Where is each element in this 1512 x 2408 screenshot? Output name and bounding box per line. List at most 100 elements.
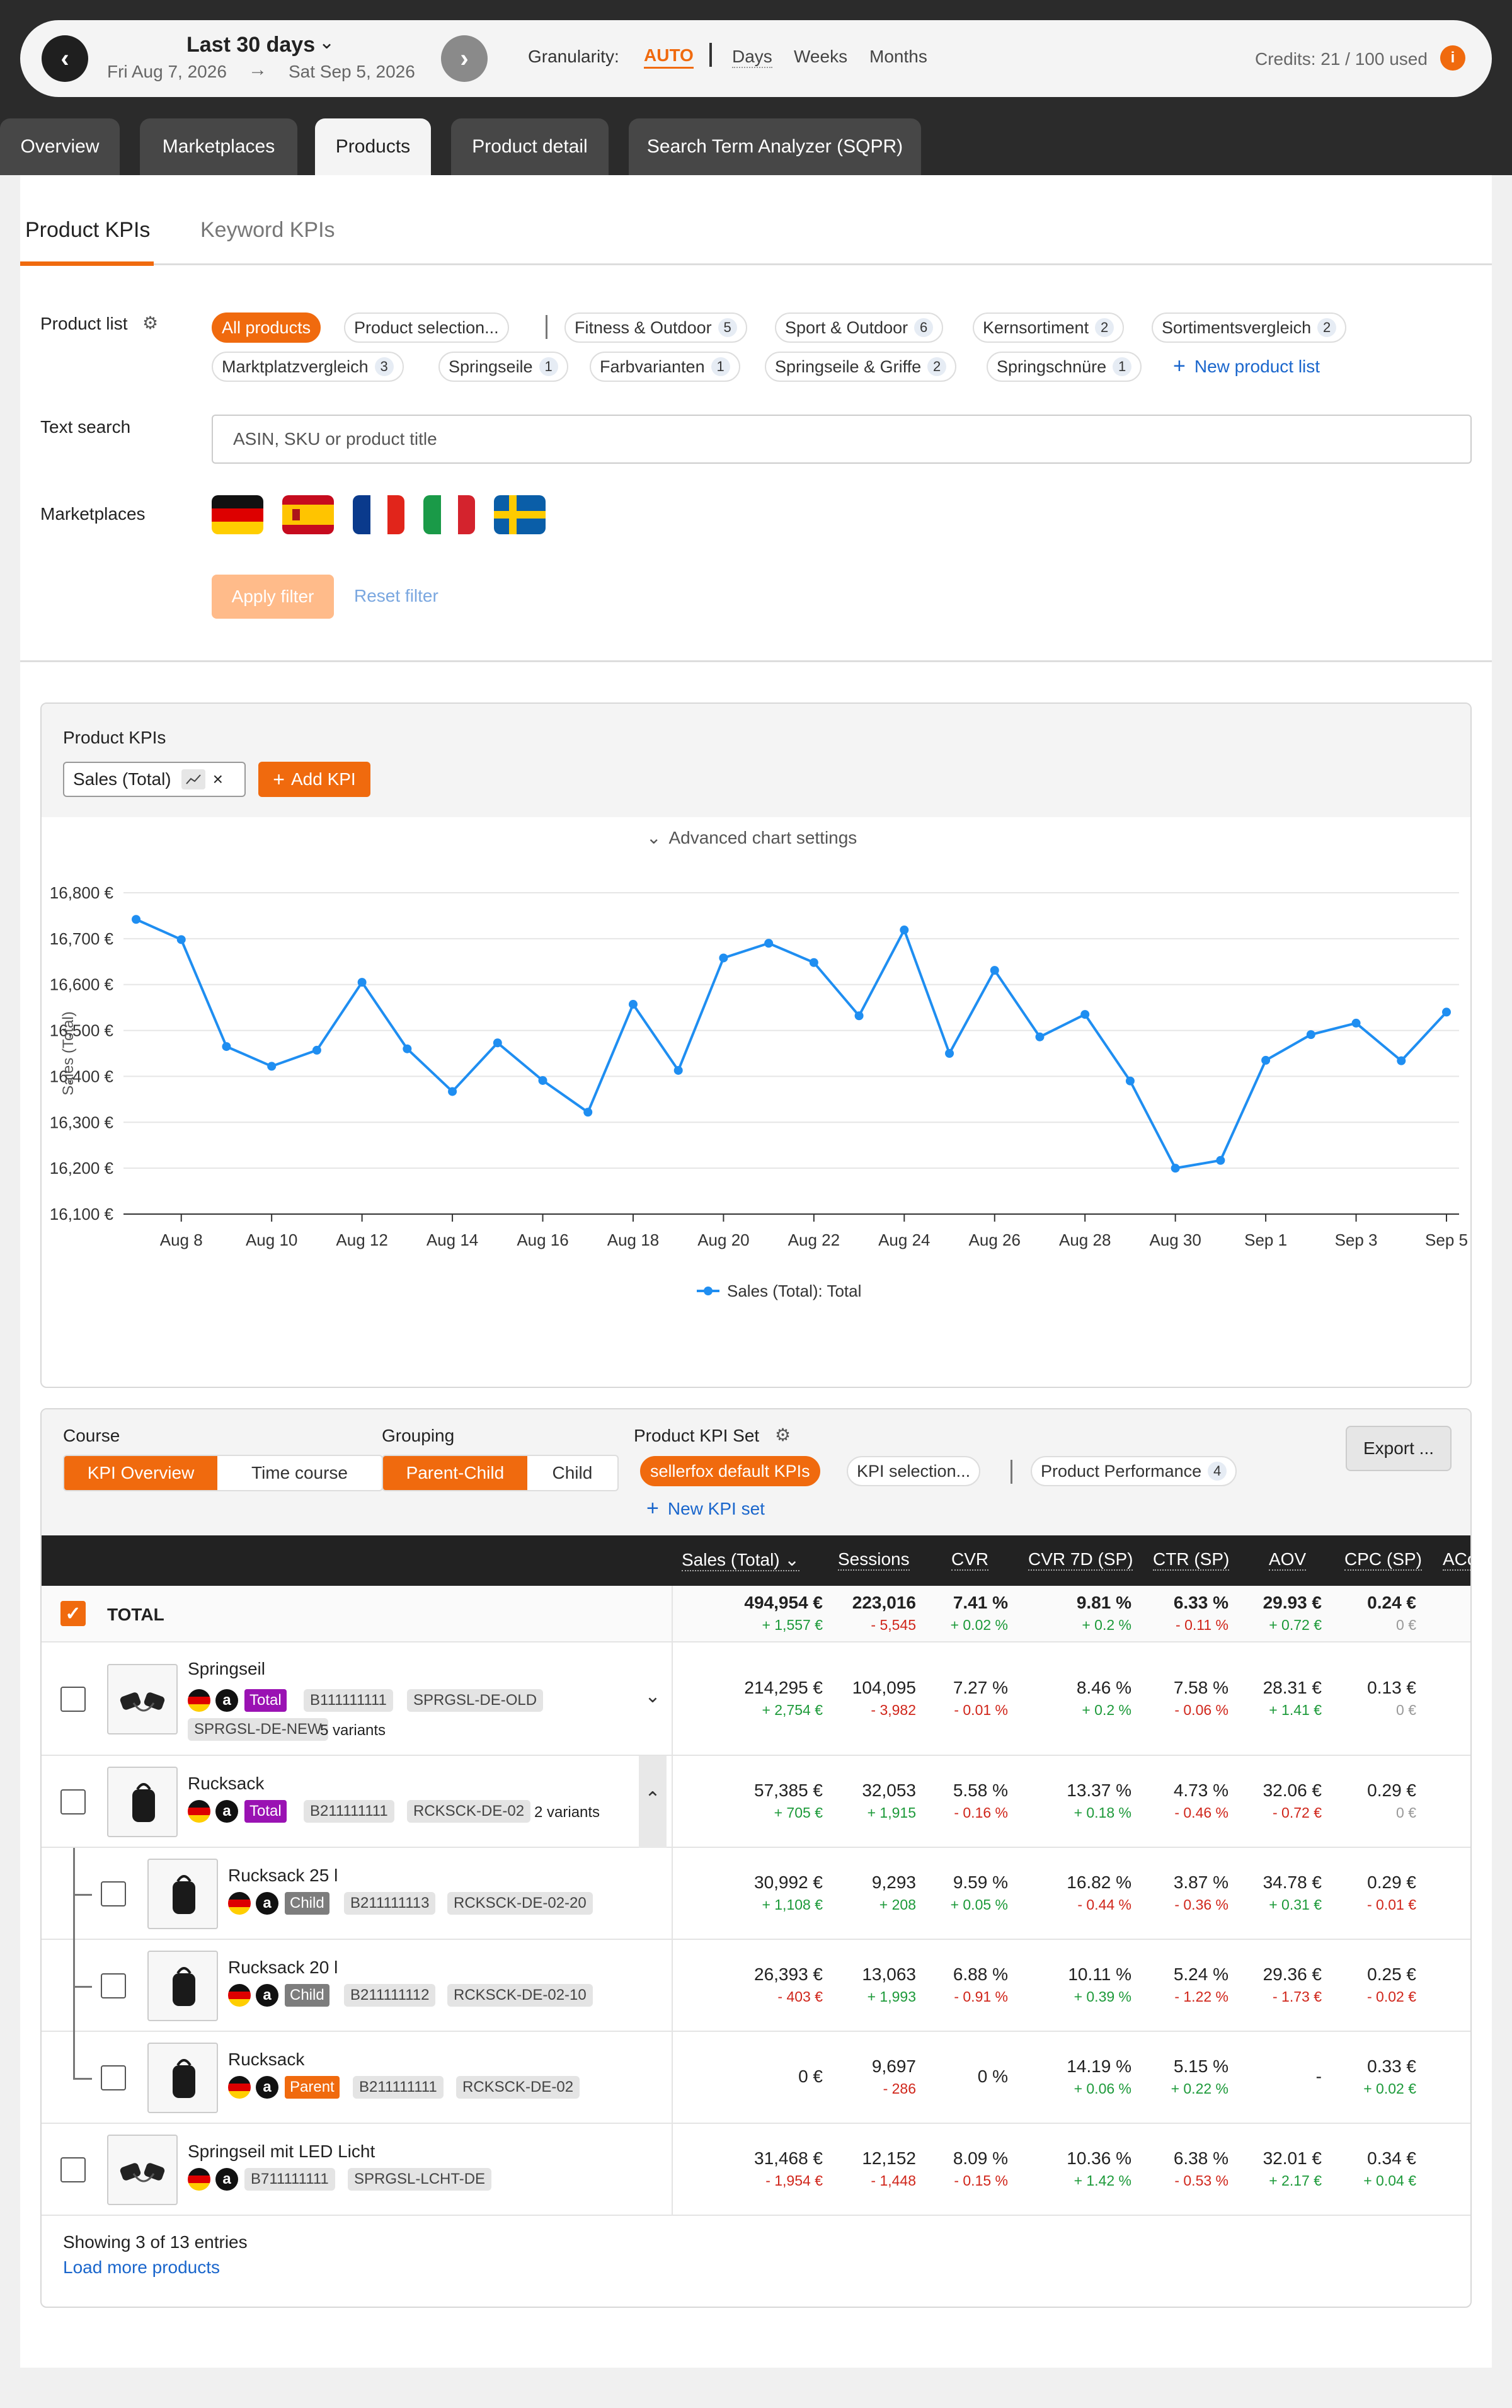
reset-filter-link[interactable]: Reset filter [354, 586, 438, 606]
flag-se-toggle[interactable] [494, 495, 546, 534]
sort-desc-icon[interactable]: ⌄ [784, 1550, 799, 1569]
product-name[interactable]: Springseil [188, 1659, 265, 1679]
row-checkbox[interactable] [60, 1687, 86, 1712]
plus-icon: + [646, 1496, 659, 1520]
product-name[interactable]: Rucksack [228, 2050, 304, 2070]
product-thumbnail[interactable] [147, 2043, 218, 2113]
product-thumbnail[interactable] [107, 1767, 178, 1837]
date-range-dropdown[interactable]: Last 30 days [186, 33, 315, 57]
subtab-product-kpis[interactable]: Product KPIs [25, 218, 150, 243]
product-list-kernsortiment[interactable]: Kernsortiment 2 [973, 312, 1125, 343]
col-sales-total[interactable]: Sales (Total) ⌄ [682, 1549, 799, 1571]
row-checkbox[interactable] [101, 2065, 126, 2090]
advanced-chart-settings-toggle[interactable]: ⌄ Advanced chart settings [646, 827, 857, 848]
product-thumbnail[interactable] [107, 2135, 178, 2205]
close-icon[interactable]: × [213, 769, 223, 789]
product-thumbnail[interactable] [147, 1859, 218, 1929]
granularity-days[interactable]: Days [732, 47, 772, 68]
row-checkbox[interactable] [101, 1881, 126, 1906]
col-sessions[interactable]: Sessions [838, 1549, 910, 1571]
product-list-all[interactable]: All products [212, 312, 321, 343]
row-checkbox[interactable] [60, 1789, 86, 1815]
col-cvr[interactable]: CVR [951, 1549, 989, 1571]
course-time-course[interactable]: Time course [217, 1456, 382, 1490]
flag-de-toggle[interactable] [212, 495, 263, 534]
cell-delta: + 0.05 % [950, 1896, 1008, 1913]
new-kpi-set-link[interactable]: + New KPI set [646, 1496, 765, 1521]
product-thumbnail[interactable] [147, 1951, 218, 2021]
sku-tag: SPRGSL-DE-NEW [188, 1718, 328, 1741]
grouping-child[interactable]: Child [527, 1456, 617, 1490]
flag-fr-toggle[interactable] [353, 495, 404, 534]
select-all-checkbox[interactable]: ✓ [60, 1601, 86, 1626]
table-row[interactable]: Springseil a Total B111111111 SPRGSL-DE-OLD S… [42, 1643, 1470, 1756]
product-list-selection[interactable]: Product selection... [344, 312, 509, 343]
table-row[interactable]: Rucksack a Parent B211111111 RCKSCK-DE-02 0 €… [42, 2032, 1470, 2124]
subtab-keyword-kpis[interactable]: Keyword KPIs [200, 218, 335, 243]
tab-search-term-analyzer[interactable]: Search Term Analyzer (SQPR) [629, 118, 921, 175]
table-row[interactable]: Rucksack 25 l a Child B211111113 RCKSCK-DE-0… [42, 1848, 1470, 1940]
previous-period-button[interactable]: ‹ [42, 35, 88, 82]
collapse-chevron-icon[interactable]: ⌃ [639, 1756, 667, 1848]
col-acos[interactable]: ACoS [1443, 1549, 1470, 1571]
product-list-springschnuere[interactable]: Springschnüre 1 [987, 352, 1142, 382]
product-list-fitness-outdoor[interactable]: Fitness & Outdoor 5 [564, 312, 747, 343]
course-kpi-overview[interactable]: KPI Overview [64, 1456, 218, 1490]
product-list-marktplatzvergleich[interactable]: Marktplatzvergleich 3 [212, 352, 404, 382]
info-icon[interactable]: i [1440, 45, 1465, 71]
total-label: TOTAL [107, 1605, 164, 1624]
product-list-springseile-griffe[interactable]: Springseile & Griffe 2 [765, 352, 957, 382]
chevron-left-icon: ‹ [60, 44, 69, 72]
tab-products[interactable]: Products [315, 118, 431, 175]
product-name[interactable]: Rucksack 20 l [228, 1958, 338, 1978]
cell-delta: + 0.72 € [1269, 1617, 1322, 1633]
granularity-weeks[interactable]: Weeks [794, 47, 847, 67]
granularity-months[interactable]: Months [869, 47, 927, 67]
col-aov[interactable]: AOV [1269, 1549, 1307, 1571]
product-name[interactable]: Rucksack 25 l [228, 1866, 338, 1886]
product-list-sport-outdoor[interactable]: Sport & Outdoor 6 [775, 312, 944, 343]
tab-overview[interactable]: Overview [0, 118, 120, 175]
granularity-auto[interactable]: AUTO [644, 45, 694, 69]
kpi-chip-sales[interactable]: Sales (Total) × [63, 762, 246, 797]
date-to: Sat Sep 5, 2026 [289, 62, 415, 81]
kpi-set-default[interactable]: sellerfox default KPIs [640, 1456, 820, 1486]
product-name[interactable]: Rucksack [188, 1774, 264, 1794]
data-point [1035, 1032, 1045, 1041]
tab-marketplaces[interactable]: Marketplaces [140, 118, 297, 175]
cell-value: 4.73 % [1173, 1780, 1228, 1800]
grouping-parent-child[interactable]: Parent-Child [383, 1456, 527, 1490]
chevron-down-icon[interactable]: ⌄ [319, 32, 335, 54]
tab-product-detail[interactable]: Product detail [451, 118, 609, 175]
trend-icon[interactable] [181, 769, 205, 789]
col-cpc[interactable]: CPC (SP) [1344, 1549, 1422, 1571]
product-list-farbvarianten[interactable]: Farbvarianten 1 [590, 352, 740, 382]
product-thumbnail[interactable] [107, 1664, 178, 1734]
cell-value: 13.37 % [1067, 1780, 1131, 1800]
flag-it-toggle[interactable] [423, 495, 475, 534]
product-list-springseile[interactable]: Springseile 1 [438, 352, 568, 382]
load-more-link[interactable]: Load more products [63, 2257, 220, 2278]
apply-filter-button[interactable]: Apply filter [212, 575, 334, 619]
product-name[interactable]: Springseil mit LED Licht [188, 2141, 375, 2162]
product-list-sortimentsvergleich[interactable]: Sortimentsvergleich 2 [1152, 312, 1347, 343]
table-row[interactable]: Rucksack a Total B211111111 RCKSCK-DE-02 2 va… [42, 1756, 1470, 1848]
expand-chevron-icon[interactable]: ⌄ [639, 1685, 667, 1707]
row-checkbox[interactable] [60, 2157, 86, 2182]
new-product-list-link[interactable]: + New product list [1173, 354, 1320, 379]
gear-icon[interactable]: ⚙ [775, 1425, 791, 1445]
export-button[interactable]: Export ... [1346, 1426, 1452, 1471]
next-period-button[interactable]: › [441, 35, 488, 82]
text-search-input[interactable]: ASIN, SKU or product title [212, 415, 1472, 464]
kpi-set-product-performance[interactable]: Product Performance 4 [1031, 1456, 1237, 1486]
kpi-set-selection[interactable]: KPI selection... [847, 1456, 981, 1486]
table-row[interactable]: Rucksack 20 l a Child B211111112 RCKSCK-DE-0… [42, 1940, 1470, 2032]
add-kpi-button[interactable]: + Add KPI [258, 762, 370, 797]
col-cvr-7d[interactable]: CVR 7D (SP) [1028, 1549, 1133, 1571]
flag-es-toggle[interactable] [282, 495, 334, 534]
sku-tag: RCKSCK-DE-02 [456, 2076, 580, 2099]
table-row[interactable]: Springseil mit LED Licht a B711111111 SPRGS… [42, 2124, 1470, 2216]
row-checkbox[interactable] [101, 1973, 126, 1998]
col-ctr[interactable]: CTR (SP) [1153, 1549, 1230, 1571]
gear-icon[interactable]: ⚙ [142, 312, 158, 333]
